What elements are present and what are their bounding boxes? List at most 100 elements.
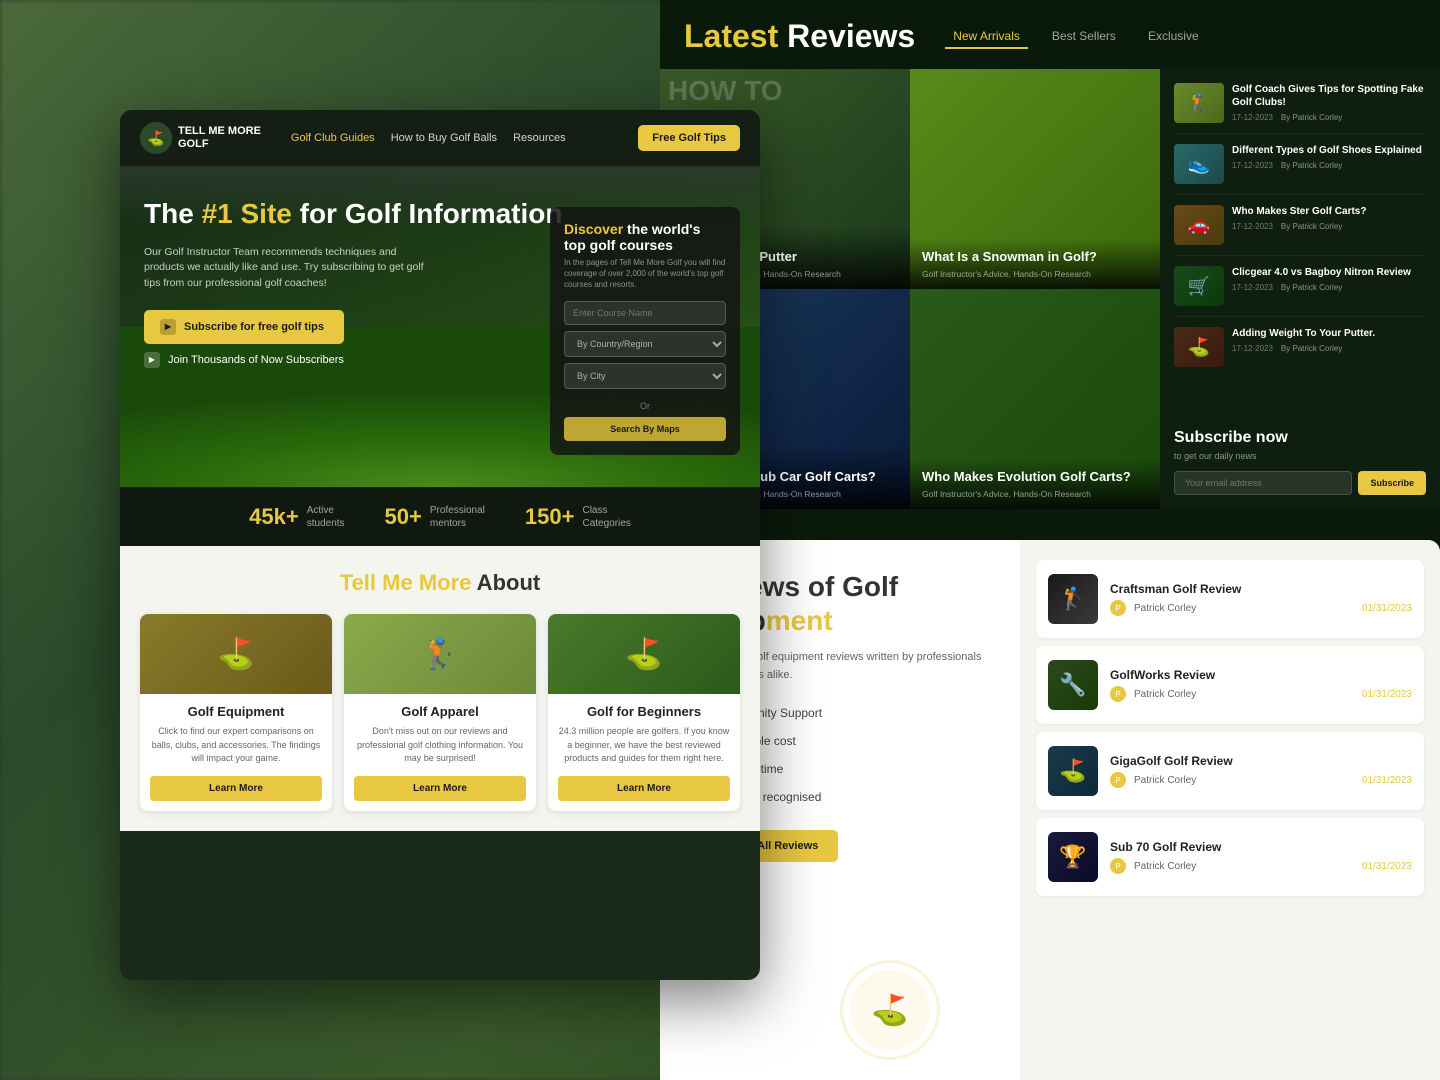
course-finder-title: Discover the world's top golf courses	[564, 221, 726, 253]
review-item-golfworks[interactable]: 🔧 GolfWorks Review P Patrick Corley 01/3…	[1036, 646, 1424, 724]
sidebar-article-4-img: 🛒	[1174, 266, 1224, 306]
sidebar-article-2-meta: 17-12-2023 By Patrick Corley	[1232, 161, 1426, 170]
or-divider: Or	[564, 401, 726, 411]
review-card-2-sub: Golf Instructor's Advice, Hands-On Resea…	[922, 269, 1148, 279]
stat-active-students: 45k+ Activestudents	[249, 504, 344, 530]
free-golf-tips-button[interactable]: Free Golf Tips	[638, 125, 740, 151]
golfworks-review-img: 🔧	[1048, 660, 1098, 710]
nav-link-resources[interactable]: Resources	[513, 132, 566, 144]
review-item-gigagolf[interactable]: ⛳ GigaGolf Golf Review P Patrick Corley …	[1036, 732, 1424, 810]
sidebar-article-4[interactable]: 🛒 Clicgear 4.0 vs Bagboy Nitron Review 1…	[1174, 266, 1426, 317]
equip-reviews-right: 🏌️ Craftsman Golf Review P Patrick Corle…	[1020, 540, 1440, 1080]
sidebar-article-2[interactable]: 👟 Different Types of Golf Shoes Explaine…	[1174, 144, 1426, 195]
golf-equipment-card: ⛳ Golf Equipment Click to find our exper…	[140, 614, 332, 811]
golf-equipment-image: ⛳	[140, 614, 332, 694]
subscribe-section: Subscribe now to get our daily news Subs…	[1160, 415, 1440, 509]
stat-label-students: Activestudents	[307, 504, 345, 530]
sub70-review-info: Sub 70 Golf Review P Patrick Corley 01/3…	[1110, 840, 1412, 874]
review-card-4-overlay: Who Makes Evolution Golf Carts? Golf Ins…	[910, 459, 1160, 509]
hero-section: The #1 Site for Golf Information Our Gol…	[120, 167, 760, 487]
sidebar-article-3-author: By Patrick Corley	[1281, 222, 1342, 231]
subscribe-now-button[interactable]: Subscribe	[1358, 471, 1426, 495]
golf-equipment-title: Golf Equipment	[150, 704, 322, 719]
reviews-layout: HOW TO ht To Your Putter Right To Your P…	[660, 69, 1440, 509]
sidebar-article-3[interactable]: 🚗 Who Makes Ster Golf Carts? 17-12-2023 …	[1174, 205, 1426, 256]
sidebar-article-5-date: 17-12-2023	[1232, 344, 1273, 353]
tell-more-highlight: Tell Me More	[340, 570, 472, 595]
sidebar-article-1-date: 17-12-2023	[1232, 113, 1273, 122]
subscribe-email-input[interactable]	[1174, 471, 1352, 495]
golfworks-author: Patrick Corley	[1134, 689, 1196, 700]
sidebar-article-4-info: Clicgear 4.0 vs Bagboy Nitron Review 17-…	[1232, 266, 1426, 306]
play-icon-2: ▶	[144, 352, 160, 368]
golf-equipment-learn-more[interactable]: Learn More	[150, 776, 322, 801]
sidebar-article-3-img: 🚗	[1174, 205, 1224, 245]
logo[interactable]: ⛳ TELL ME MOREGOLF	[140, 122, 261, 154]
tell-more-section: Tell Me More About ⛳ Golf Equipment Clic…	[120, 546, 760, 831]
subscribe-button[interactable]: ▶ Subscribe for free golf tips	[144, 310, 344, 344]
review-item-craftsman[interactable]: 🏌️ Craftsman Golf Review P Patrick Corle…	[1036, 560, 1424, 638]
sidebar-article-1[interactable]: 🏌️ Golf Coach Gives Tips for Spotting Fa…	[1174, 83, 1426, 134]
review-card-4[interactable]: Who Makes Evolution Golf Carts? Golf Ins…	[910, 289, 1160, 509]
sidebar-article-3-meta: 17-12-2023 By Patrick Corley	[1232, 222, 1426, 231]
stat-mentors: 50+ Professionalmentors	[385, 504, 485, 530]
sidebar-article-1-meta: 17-12-2023 By Patrick Corley	[1232, 113, 1426, 122]
sidebar-article-3-info: Who Makes Ster Golf Carts? 17-12-2023 By…	[1232, 205, 1426, 245]
search-maps-button[interactable]: Search By Maps	[564, 417, 726, 441]
review-card-4-sub: Golf Instructor's Advice, Hands-On Resea…	[922, 489, 1148, 499]
reviews-panel: Latest Reviews New Arrivals Best Sellers…	[660, 0, 1440, 560]
golfworks-review-meta: P Patrick Corley 01/31/2023	[1110, 686, 1412, 702]
main-website-card: ⛳ TELL ME MOREGOLF Golf Club Guides How …	[120, 110, 760, 980]
equip-reviews-panel: Reviews of Golf Equipment Hundreds of go…	[660, 540, 1440, 1080]
city-select[interactable]: By City	[564, 363, 726, 389]
golf-beginners-learn-more[interactable]: Learn More	[558, 776, 730, 801]
stat-label-mentors: Professionalmentors	[430, 504, 485, 530]
sidebar-article-1-title: Golf Coach Gives Tips for Spotting Fake …	[1232, 83, 1426, 109]
tab-exclusive[interactable]: Exclusive	[1140, 25, 1207, 49]
sidebar-article-1-img: 🏌️	[1174, 83, 1224, 123]
gigagolf-review-title: GigaGolf Golf Review	[1110, 754, 1412, 768]
craftsman-review-title: Craftsman Golf Review	[1110, 582, 1412, 596]
golfworks-review-info: GolfWorks Review P Patrick Corley 01/31/…	[1110, 668, 1412, 702]
logo-icon: ⛳	[140, 122, 172, 154]
subscribe-subtitle: to get our daily news	[1174, 451, 1426, 461]
sidebar-article-5[interactable]: ⛳ Adding Weight To Your Putter. 17-12-20…	[1174, 327, 1426, 377]
gigagolf-author: Patrick Corley	[1134, 775, 1196, 786]
reviews-tabs: New Arrivals Best Sellers Exclusive	[945, 25, 1206, 49]
hero-title-highlight: #1 Site	[202, 198, 292, 229]
review-card-4-title: Who Makes Evolution Golf Carts?	[922, 469, 1148, 486]
golf-beginners-card: ⛳ Golf for Beginners 24.3 million people…	[548, 614, 740, 811]
reviews-header: Latest Reviews New Arrivals Best Sellers…	[660, 0, 1440, 69]
review-item-sub70[interactable]: 🏆 Sub 70 Golf Review P Patrick Corley 01…	[1036, 818, 1424, 896]
gigagolf-review-info: GigaGolf Golf Review P Patrick Corley 01…	[1110, 754, 1412, 788]
course-name-input[interactable]	[564, 301, 726, 325]
sub70-review-meta: P Patrick Corley 01/31/2023	[1110, 858, 1412, 874]
review-card-2[interactable]: What Is a Snowman in Golf? Golf Instruct…	[910, 69, 1160, 289]
sub70-review-img: 🏆	[1048, 832, 1098, 882]
sub70-review-title: Sub 70 Golf Review	[1110, 840, 1412, 854]
stat-number-mentors: 50+	[385, 504, 422, 530]
country-select[interactable]: By Country/Region	[564, 331, 726, 357]
tab-new-arrivals[interactable]: New Arrivals	[945, 25, 1028, 49]
golf-apparel-title: Golf Apparel	[354, 704, 526, 719]
sidebar-article-2-date: 17-12-2023	[1232, 161, 1273, 170]
craftsman-review-meta: P Patrick Corley 01/31/2023	[1110, 600, 1412, 616]
nav-link-golf-club[interactable]: Golf Club Guides	[291, 132, 375, 144]
circle-graphic: ⛳	[840, 960, 940, 1060]
craftsman-author: Patrick Corley	[1134, 603, 1196, 614]
craftsman-review-info: Craftsman Golf Review P Patrick Corley 0…	[1110, 582, 1412, 616]
golfworks-review-title: GolfWorks Review	[1110, 668, 1412, 682]
circle-inner: ⛳	[850, 970, 930, 1050]
sidebar-article-3-title: Who Makes Ster Golf Carts?	[1232, 205, 1426, 218]
sub70-author: Patrick Corley	[1134, 861, 1196, 872]
course-finder-desc: In the pages of Tell Me More Golf you wi…	[564, 257, 726, 291]
golf-equipment-desc: Click to find our expert comparisons on …	[150, 725, 322, 766]
golf-beginners-body: Golf for Beginners 24.3 million people a…	[548, 694, 740, 811]
review-card-2-title: What Is a Snowman in Golf?	[922, 249, 1148, 266]
subscribe-form: Subscribe	[1174, 471, 1426, 495]
golfworks-author-avatar: P	[1110, 686, 1126, 702]
golf-apparel-learn-more[interactable]: Learn More	[354, 776, 526, 801]
sidebar-article-4-meta: 17-12-2023 By Patrick Corley	[1232, 283, 1426, 292]
tab-best-sellers[interactable]: Best Sellers	[1044, 25, 1124, 49]
nav-link-buy-balls[interactable]: How to Buy Golf Balls	[391, 132, 497, 144]
